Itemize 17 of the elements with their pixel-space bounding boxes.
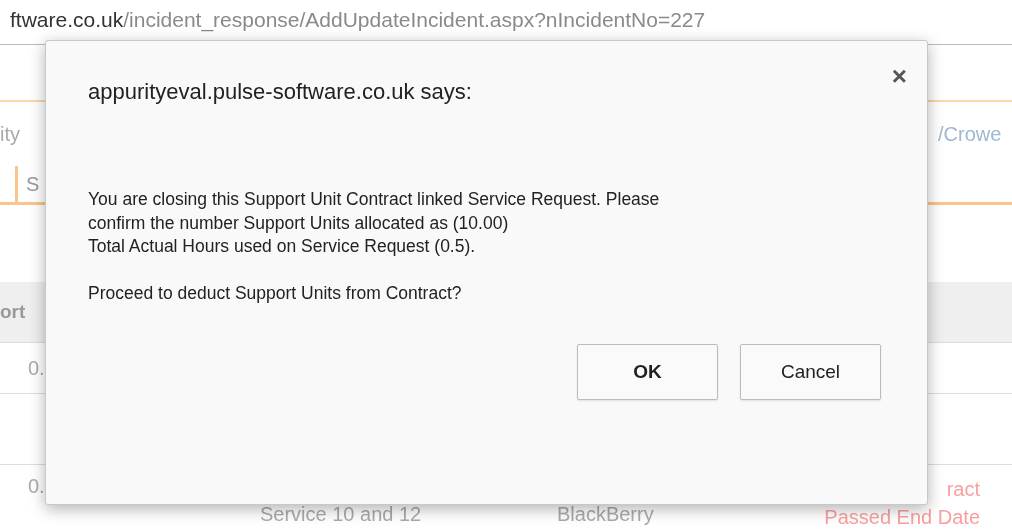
close-button[interactable]: × (891, 63, 907, 89)
field-label: ity (0, 122, 20, 146)
status-text: ract (945, 477, 980, 502)
table-cell: Service 10 and 12 (260, 503, 422, 525)
cancel-button[interactable]: Cancel (740, 343, 881, 400)
status-text: Passed End Date (823, 505, 980, 530)
dialog-title: appurityeval.pulse-software.co.uk says: (88, 79, 472, 105)
dialog-message: You are closing this Support Unit Contract linked Service Request. Please confirm the number Support Units allocated as (10.00) Total Actual Hours used on Service Request (0.5). (88, 188, 661, 258)
url-path: /incident_response/AddUpdateIncident.aspx?nIncidentNo=227 (123, 8, 706, 31)
ok-button[interactable]: OK (577, 343, 718, 400)
dialog-message: Proceed to deduct Support Units from Contract? (88, 282, 463, 305)
table-cell: 0. (28, 475, 45, 497)
column-header: ort (0, 301, 26, 322)
table-cell: BlackBerry (557, 503, 654, 525)
url-host: ftware.co.uk (10, 8, 124, 31)
field-value: /Crowe (938, 122, 1003, 146)
table-cell: 0. (28, 356, 45, 379)
